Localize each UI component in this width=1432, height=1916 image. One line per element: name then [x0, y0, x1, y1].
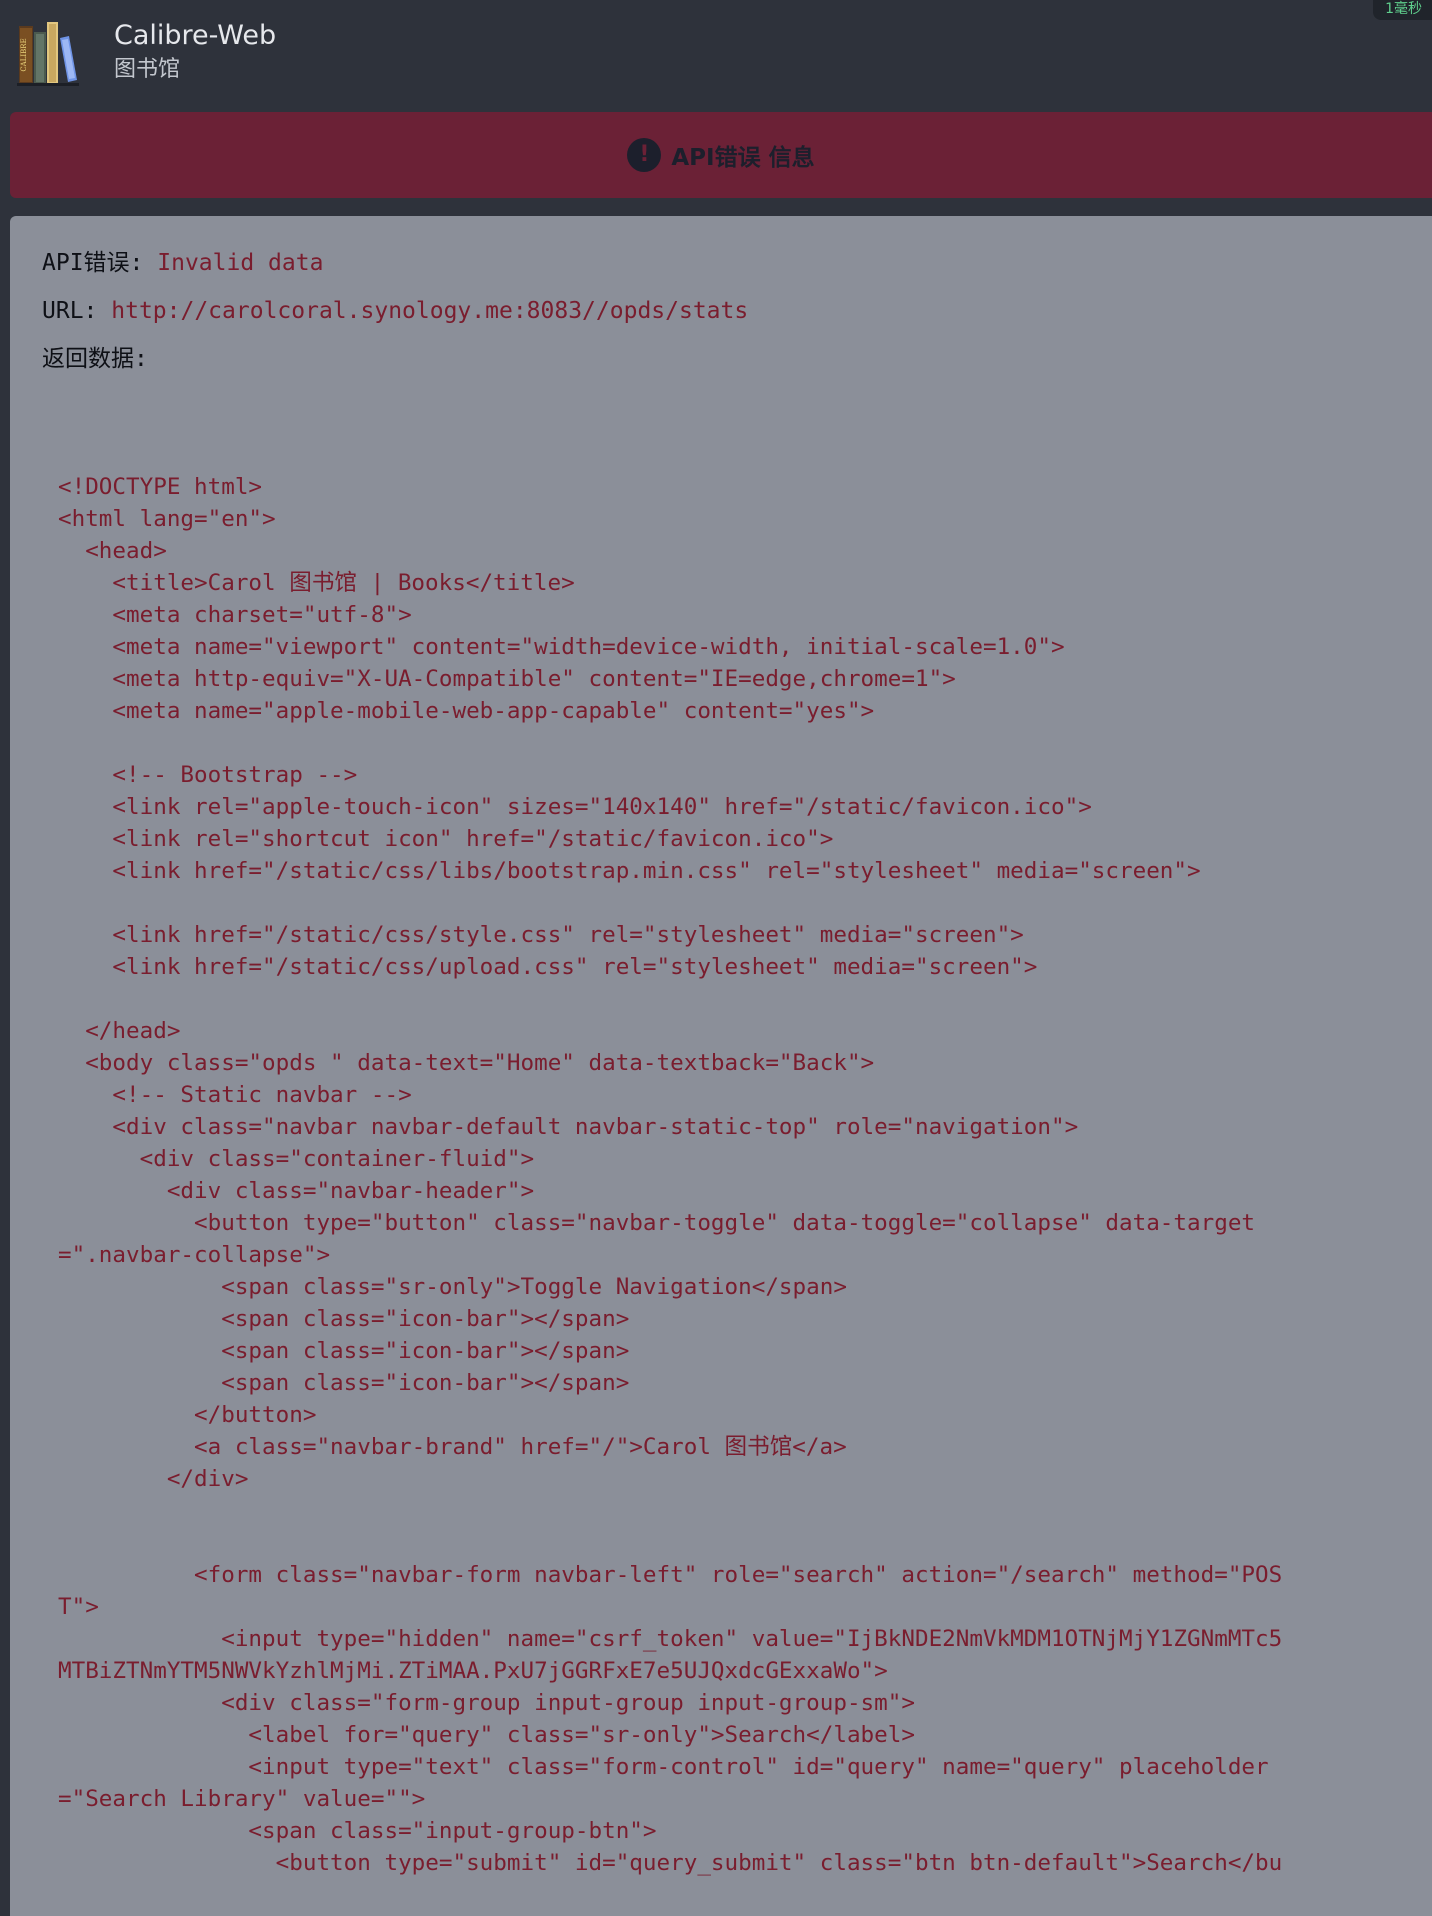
- code-line: <meta name="viewport" content="width=dev…: [58, 634, 1065, 660]
- code-line: <link rel="shortcut icon" href="/static/…: [58, 826, 834, 852]
- error-banner: ! API错误 信息: [10, 112, 1432, 198]
- api-error-row: API错误: Invalid data: [42, 248, 323, 278]
- code-line: T">: [58, 1594, 99, 1620]
- code-line: <meta charset="utf-8">: [58, 602, 412, 628]
- code-line: <!-- Bootstrap -->: [58, 762, 358, 788]
- url-label: URL:: [42, 298, 98, 324]
- response-time-badge: 1毫秒: [1373, 0, 1432, 20]
- code-line: MTBiZTNmYTM5NWVkYzhlMjMi.ZTiMAA.PxU7jGGR…: [58, 1658, 888, 1684]
- code-line: <form class="navbar-form navbar-left" ro…: [58, 1562, 1283, 1588]
- code-line: <div class="navbar navbar-default navbar…: [58, 1114, 1079, 1140]
- code-line: <!-- Static navbar -->: [58, 1082, 412, 1108]
- code-line: <span class="icon-bar"></span>: [58, 1306, 630, 1332]
- calibre-books-logo-icon[interactable]: CALIBRE: [17, 20, 87, 86]
- app-header: CALIBRE Calibre-Web 图书馆 1毫秒: [0, 0, 1432, 110]
- code-line: <span class="input-group-btn">: [58, 1818, 657, 1844]
- code-line: <head>: [58, 538, 167, 564]
- logo-text: CALIBRE: [20, 38, 28, 71]
- exclamation-icon: !: [627, 138, 662, 172]
- code-line: <link href="/static/css/upload.css" rel=…: [58, 954, 1038, 980]
- code-line: <span class="sr-only">Toggle Navigation<…: [58, 1274, 847, 1300]
- code-line: <a class="navbar-brand" href="/">Carol 图…: [58, 1434, 847, 1460]
- code-line: <html lang="en">: [58, 506, 276, 532]
- code-line: =".navbar-collapse">: [58, 1242, 331, 1268]
- code-line: <meta name="apple-mobile-web-app-capable…: [58, 698, 875, 724]
- code-line: <div class="container-fluid">: [58, 1146, 535, 1172]
- code-line: <button type="submit" id="query_submit" …: [58, 1850, 1283, 1876]
- api-error-label: API错误:: [42, 250, 144, 276]
- code-line: <span class="icon-bar"></span>: [58, 1338, 630, 1364]
- api-error-value: Invalid data: [157, 250, 324, 276]
- error-details-panel: API错误: Invalid data URL: http://carolcor…: [10, 216, 1432, 1916]
- code-line: </div>: [58, 1466, 249, 1492]
- code-line: <span class="icon-bar"></span>: [58, 1370, 630, 1396]
- app-subtitle: 图书馆: [114, 57, 181, 82]
- error-title: API错误 信息: [671, 145, 815, 171]
- code-line: <button type="button" class="navbar-togg…: [58, 1210, 1256, 1236]
- code-line: <input type="hidden" name="csrf_token" v…: [58, 1626, 1283, 1652]
- code-line: ="Search Library" value="">: [58, 1786, 426, 1812]
- code-line: <link href="/static/css/style.css" rel="…: [58, 922, 1024, 948]
- code-line: </button>: [58, 1402, 317, 1428]
- code-line: <title>Carol 图书馆 | Books</title>: [58, 570, 575, 596]
- app-title[interactable]: Calibre-Web: [114, 20, 276, 52]
- url-value[interactable]: http://carolcoral.synology.me:8083//opds…: [111, 298, 748, 324]
- code-line: <input type="text" class="form-control" …: [58, 1754, 1269, 1780]
- code-line: <label for="query" class="sr-only">Searc…: [58, 1722, 915, 1748]
- code-line: <div class="form-group input-group input…: [58, 1690, 915, 1716]
- code-line: <link rel="apple-touch-icon" sizes="140x…: [58, 794, 1092, 820]
- code-line: <link href="/static/css/libs/bootstrap.m…: [58, 858, 1201, 884]
- response-label: 返回数据:: [42, 346, 148, 372]
- code-line: <meta http-equiv="X-UA-Compatible" conte…: [58, 666, 956, 692]
- response-code-block: <!DOCTYPE html> <html lang="en"> <head> <…: [58, 471, 1418, 1879]
- response-row: 返回数据:: [42, 344, 148, 374]
- code-line: <body class="opds " data-text="Home" dat…: [58, 1050, 875, 1076]
- code-line: </head>: [58, 1018, 181, 1044]
- url-row: URL: http://carolcoral.synology.me:8083/…: [42, 296, 748, 326]
- code-line: <!DOCTYPE html>: [58, 474, 263, 500]
- code-line: <div class="navbar-header">: [58, 1178, 535, 1204]
